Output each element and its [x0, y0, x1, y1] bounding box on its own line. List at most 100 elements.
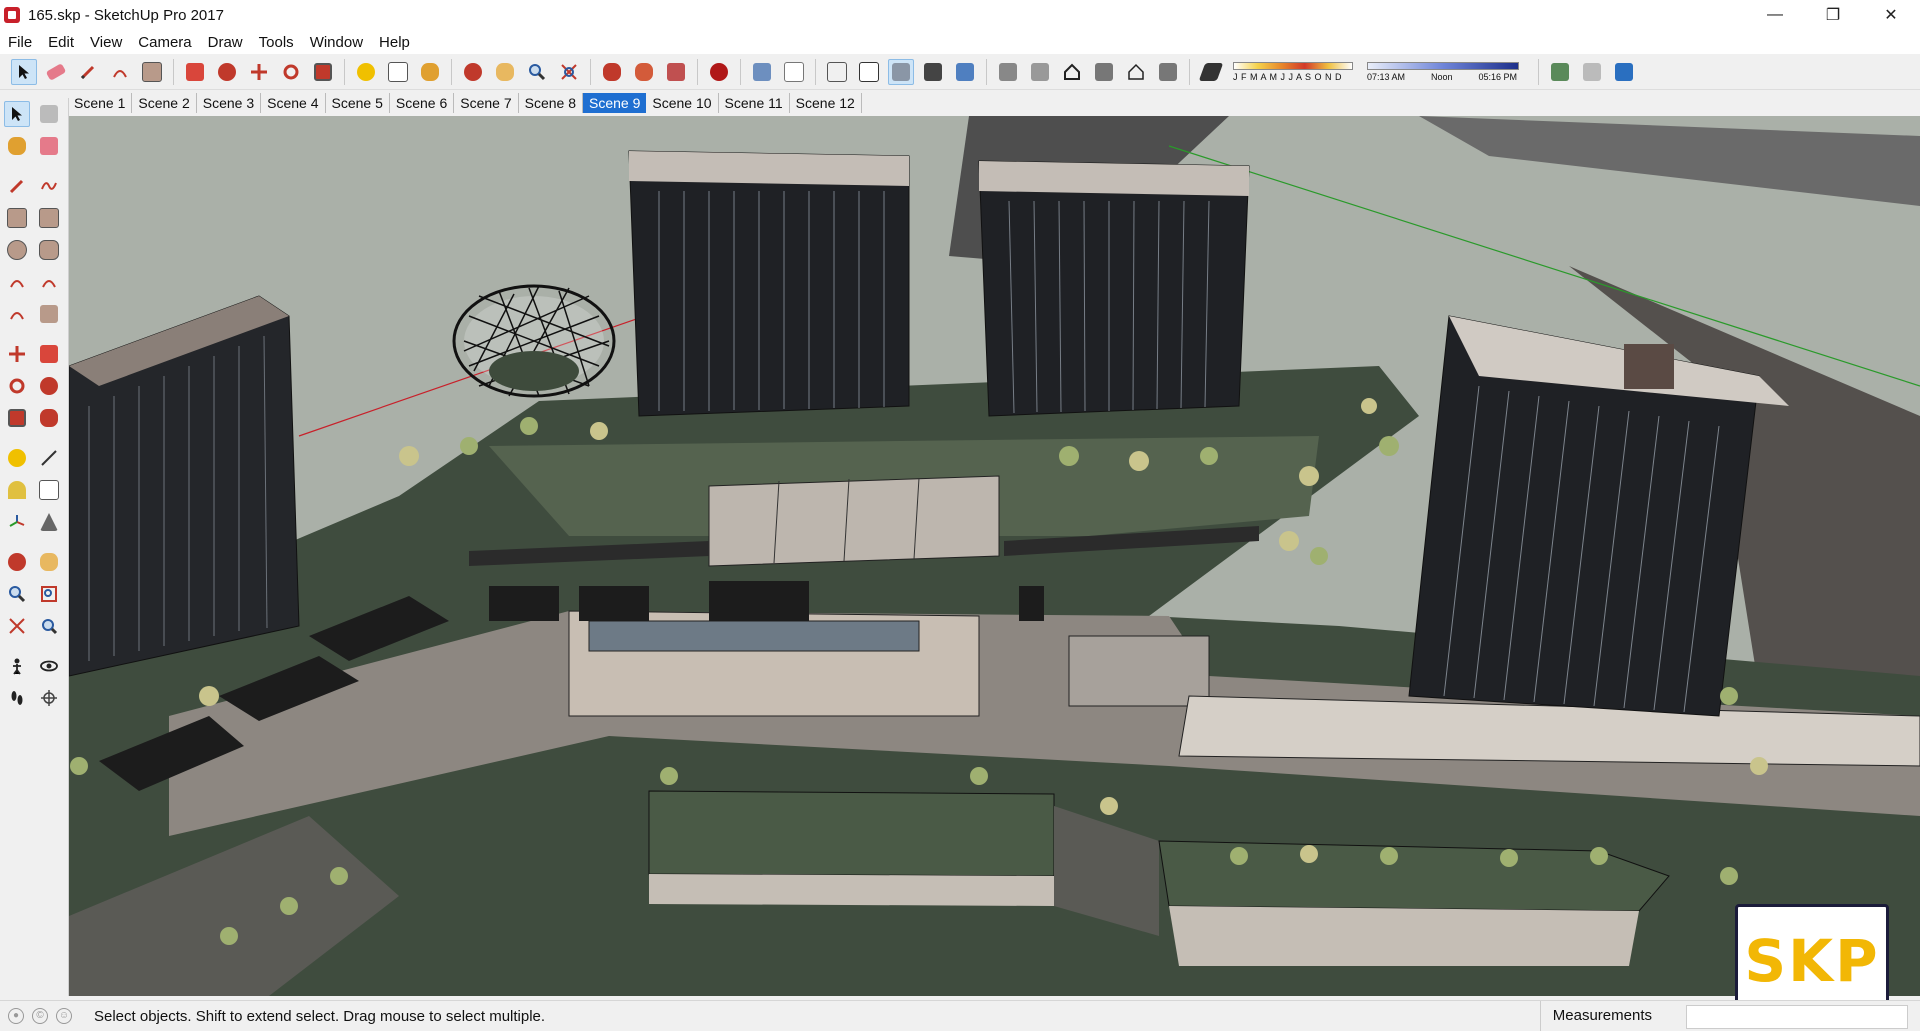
look-around-tool[interactable]	[36, 653, 62, 679]
menu-window[interactable]: Window	[302, 34, 371, 51]
model-viewport[interactable]	[69, 116, 1920, 996]
photo-textures-button[interactable]	[1611, 59, 1637, 85]
zoom-window-tool[interactable]	[36, 581, 62, 607]
menu-view[interactable]: View	[82, 34, 130, 51]
move-tool-button[interactable]	[246, 59, 272, 85]
close-button[interactable]: ✕	[1862, 0, 1920, 30]
move-tool[interactable]	[4, 341, 30, 367]
two-point-arc-tool[interactable]	[36, 269, 62, 295]
shadows-toggle-button[interactable]	[1198, 59, 1224, 85]
push-pull-tool[interactable]	[36, 341, 62, 367]
scene-tab[interactable]: Scene 5	[326, 93, 390, 113]
add-location-button[interactable]	[1547, 59, 1573, 85]
wireframe-style-button[interactable]	[824, 59, 850, 85]
menu-tools[interactable]: Tools	[251, 34, 302, 51]
select-tool-button[interactable]	[11, 58, 37, 85]
menu-help[interactable]: Help	[371, 34, 418, 51]
month-slider[interactable]: J F M A M J J A S O N D	[1233, 61, 1353, 82]
scene-tab[interactable]: Scene 10	[646, 93, 719, 113]
share-component-button[interactable]	[663, 59, 689, 85]
rotate-tool[interactable]	[4, 373, 30, 399]
pan-tool-button[interactable]	[492, 59, 518, 85]
credits-icon[interactable]: ©	[32, 1008, 48, 1024]
tape-measure-tool-button[interactable]	[353, 59, 379, 85]
scene-tab[interactable]: Scene 1	[68, 93, 133, 113]
measurements-input[interactable]	[1686, 1005, 1908, 1029]
top-view-button[interactable]	[1027, 59, 1053, 85]
scale-tool[interactable]	[4, 405, 30, 431]
make-component-tool[interactable]	[36, 101, 62, 127]
section-plane-tool[interactable]	[36, 685, 62, 711]
maximize-button[interactable]: ❐	[1804, 0, 1862, 30]
scene-tab-active[interactable]: Scene 9	[583, 93, 647, 113]
freehand-tool[interactable]	[36, 173, 62, 199]
geolocation-icon[interactable]: ●	[8, 1008, 24, 1024]
previous-view-tool[interactable]	[36, 613, 62, 639]
user-account-icon[interactable]: ☺	[56, 1008, 72, 1024]
toggle-terrain-button[interactable]	[1579, 59, 1605, 85]
scene-tab[interactable]: Scene 3	[197, 93, 262, 113]
protractor-tool[interactable]	[4, 477, 30, 503]
tape-measure-tool[interactable]	[4, 445, 30, 471]
paint-bucket-tool-button[interactable]	[417, 59, 443, 85]
extension-warehouse-button[interactable]	[706, 59, 732, 85]
scene-tab[interactable]: Scene 8	[519, 93, 583, 113]
orbit-tool-button[interactable]	[460, 59, 486, 85]
scene-tab[interactable]: Scene 11	[719, 93, 790, 113]
eraser-tool-button[interactable]	[43, 59, 69, 85]
menu-edit[interactable]: Edit	[40, 34, 82, 51]
menu-draw[interactable]: Draw	[200, 34, 251, 51]
hidden-line-style-button[interactable]	[856, 59, 882, 85]
iso-view-button[interactable]	[995, 59, 1021, 85]
xray-style-button[interactable]	[749, 59, 775, 85]
warehouse-button[interactable]	[599, 59, 625, 85]
text-tool-button[interactable]	[385, 59, 411, 85]
rotate-tool-button[interactable]	[278, 59, 304, 85]
zoom-extents-tool-button[interactable]	[556, 59, 582, 85]
follow-me-tool-button[interactable]	[214, 59, 240, 85]
scale-tool-button[interactable]	[310, 59, 336, 85]
scene-tab[interactable]: Scene 6	[390, 93, 455, 113]
3d-text-tool[interactable]	[36, 509, 62, 535]
select-tool[interactable]	[4, 101, 30, 127]
zoom-tool-button[interactable]	[524, 59, 550, 85]
position-camera-tool[interactable]	[4, 653, 30, 679]
arc-tool-button[interactable]	[107, 59, 133, 85]
arc-tool[interactable]	[4, 269, 30, 295]
scene-tab[interactable]: Scene 2	[132, 93, 197, 113]
menu-camera[interactable]: Camera	[130, 34, 199, 51]
circle-tool[interactable]	[4, 237, 30, 263]
text-tool[interactable]	[36, 477, 62, 503]
offset-tool[interactable]	[36, 405, 62, 431]
rectangle-tool[interactable]	[4, 205, 30, 231]
line-tool-button[interactable]	[75, 59, 101, 85]
follow-me-tool[interactable]	[36, 373, 62, 399]
front-view-button[interactable]	[1059, 59, 1085, 85]
shaded-textures-style-button[interactable]	[920, 59, 946, 85]
pan-tool[interactable]	[36, 549, 62, 575]
menu-file[interactable]: File	[0, 34, 40, 51]
line-tool[interactable]	[4, 173, 30, 199]
rotated-rectangle-tool[interactable]	[36, 205, 62, 231]
back-view-button[interactable]	[1123, 59, 1149, 85]
scene-tab[interactable]: Scene 4	[261, 93, 326, 113]
share-model-button[interactable]	[631, 59, 657, 85]
minimize-button[interactable]: —	[1746, 0, 1804, 30]
orbit-tool[interactable]	[4, 549, 30, 575]
right-view-button[interactable]	[1091, 59, 1117, 85]
pie-tool[interactable]	[36, 301, 62, 327]
eraser-tool[interactable]	[36, 133, 62, 159]
three-point-arc-tool[interactable]	[4, 301, 30, 327]
left-view-button[interactable]	[1155, 59, 1181, 85]
shaded-style-button[interactable]	[888, 58, 914, 85]
push-pull-tool-button[interactable]	[182, 59, 208, 85]
back-edges-style-button[interactable]	[781, 59, 807, 85]
paint-bucket-tool[interactable]	[4, 133, 30, 159]
scene-tab[interactable]: Scene 12	[790, 93, 862, 113]
dimension-tool[interactable]	[36, 445, 62, 471]
monochrome-style-button[interactable]	[952, 59, 978, 85]
zoom-tool[interactable]	[4, 581, 30, 607]
axes-tool[interactable]	[4, 509, 30, 535]
walk-tool[interactable]	[4, 685, 30, 711]
zoom-extents-tool[interactable]	[4, 613, 30, 639]
